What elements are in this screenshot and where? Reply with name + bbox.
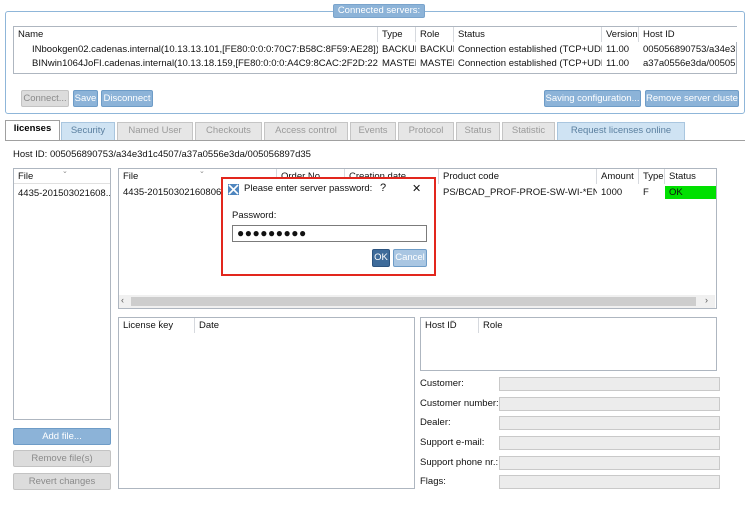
- server-role: BACKUP: [420, 44, 454, 55]
- support-email-field[interactable]: [499, 436, 720, 450]
- license-table-scrollbar[interactable]: ‹ ›: [119, 295, 715, 308]
- status-badge: OK: [665, 186, 716, 199]
- col-type[interactable]: Type: [639, 169, 665, 184]
- sort-caret-icon: ⌄: [199, 168, 205, 175]
- scroll-left-icon[interactable]: ‹: [121, 295, 124, 305]
- col-role[interactable]: Role: [416, 27, 454, 42]
- col-host-id[interactable]: Host ID: [639, 27, 737, 42]
- col-amount[interactable]: Amount: [597, 169, 639, 184]
- customer-number-label: Customer number:: [420, 398, 499, 409]
- host-role-table: Host ID ⌄ Role: [420, 317, 717, 371]
- col-status[interactable]: Status: [454, 27, 602, 42]
- revert-changes-button[interactable]: Revert changes: [13, 473, 111, 490]
- flags-label: Flags:: [420, 476, 446, 487]
- saving-configuration-button[interactable]: Saving configuration...: [544, 90, 641, 107]
- col-version[interactable]: Version: [602, 27, 639, 42]
- cancel-button[interactable]: Cancel: [393, 249, 427, 267]
- tab-security[interactable]: Security: [61, 122, 115, 140]
- server-version: 11.00: [606, 58, 630, 69]
- flags-field[interactable]: [499, 475, 720, 489]
- server-type: MASTER: [382, 58, 416, 69]
- connected-servers-title: Connected servers:: [333, 4, 425, 18]
- server-role: MASTER: [420, 58, 454, 69]
- col-status[interactable]: Status: [665, 169, 716, 184]
- connect-button[interactable]: Connect...: [21, 90, 69, 107]
- customer-field[interactable]: [499, 377, 720, 391]
- sort-caret-icon: ⌄: [62, 168, 68, 175]
- tab-licenses[interactable]: licenses: [5, 120, 60, 141]
- license-key-table: License key ⌄ Date: [118, 317, 415, 489]
- support-phone-field[interactable]: [499, 456, 720, 470]
- dealer-field[interactable]: [499, 416, 720, 430]
- scroll-thumb[interactable]: [131, 297, 696, 306]
- tab-events[interactable]: Events: [350, 122, 396, 140]
- save-button[interactable]: Save: [73, 90, 98, 107]
- sort-caret-icon: ⌄: [450, 317, 456, 324]
- license-type: F: [643, 187, 649, 198]
- tab-checkouts[interactable]: Checkouts: [195, 122, 262, 140]
- scroll-right-icon[interactable]: ›: [705, 295, 708, 305]
- server-status: Connection established (TCP+UDP): [458, 44, 602, 55]
- support-email-label: Support e-mail:: [420, 437, 485, 448]
- file-list: File ⌄ 4435-201503021608...: [13, 168, 111, 420]
- tab-request-licenses-online[interactable]: Request licenses online: [557, 122, 685, 140]
- app-logo-icon: [228, 184, 239, 195]
- host-id-line: Host ID: 005056890753/a34e3d1c4507/a37a0…: [13, 149, 311, 160]
- tab-protocol[interactable]: Protocol: [398, 122, 454, 140]
- add-file-button[interactable]: Add file...: [13, 428, 111, 445]
- dealer-label: Dealer:: [420, 417, 451, 428]
- password-dialog: Please enter server password: ? ✕ Passwo…: [221, 177, 436, 276]
- tab-status[interactable]: Status: [456, 122, 500, 140]
- col-type[interactable]: Type: [378, 27, 416, 42]
- remove-server-cluster-button[interactable]: Remove server cluster: [645, 90, 739, 107]
- sort-caret-icon: ⌄: [157, 317, 163, 324]
- close-icon[interactable]: ✕: [412, 182, 421, 195]
- password-input[interactable]: ●●●●●●●●●: [232, 225, 427, 242]
- password-label: Password:: [232, 210, 277, 221]
- server-host-id: a37a0556e3da/00505...: [643, 58, 736, 69]
- server-name: BINwin1064JoFI.cadenas.internal(10.13.18…: [32, 58, 378, 69]
- tab-access-control[interactable]: Access control: [264, 122, 348, 140]
- server-version: 11.00: [606, 44, 630, 55]
- server-status: Connection established (TCP+UDP): [458, 58, 602, 69]
- dialog-title: Please enter server password:: [244, 183, 373, 194]
- license-product-code: PS/BCAD_PROF-PROE-SW-WI-*ENTER: [443, 187, 597, 198]
- server-name: INbookgen02.cadenas.internal(10.13.13.10…: [32, 44, 378, 55]
- tab-named-user[interactable]: Named User: [117, 122, 193, 140]
- col-name[interactable]: Name: [14, 27, 378, 42]
- customer-number-field[interactable]: [499, 397, 720, 411]
- table-row[interactable]: INbookgen02.cadenas.internal(10.13.13.10…: [14, 43, 736, 57]
- support-phone-label: Support phone nr.:: [420, 457, 499, 468]
- col-date[interactable]: Date: [195, 318, 414, 333]
- servers-table: Name Type Role Status Version Host ID IN…: [13, 26, 737, 74]
- remove-files-button[interactable]: Remove file(s): [13, 450, 111, 467]
- col-role[interactable]: Role: [479, 318, 716, 333]
- license-amount: 1000: [601, 187, 623, 198]
- tab-statistic[interactable]: Statistic: [502, 122, 555, 140]
- server-type: BACKUP: [382, 44, 416, 55]
- table-row[interactable]: BINwin1064JoFI.cadenas.internal(10.13.18…: [14, 57, 736, 71]
- server-host-id: 005056890753/a34e3...: [643, 44, 736, 55]
- col-product-code[interactable]: Product code: [439, 169, 597, 184]
- help-icon[interactable]: ?: [380, 182, 386, 194]
- disconnect-button[interactable]: Disconnect: [101, 90, 153, 107]
- customer-label: Customer:: [420, 378, 464, 389]
- tab-panel-border: [5, 140, 745, 141]
- ok-button[interactable]: OK: [372, 249, 390, 267]
- list-item[interactable]: 4435-201503021608...: [14, 187, 110, 200]
